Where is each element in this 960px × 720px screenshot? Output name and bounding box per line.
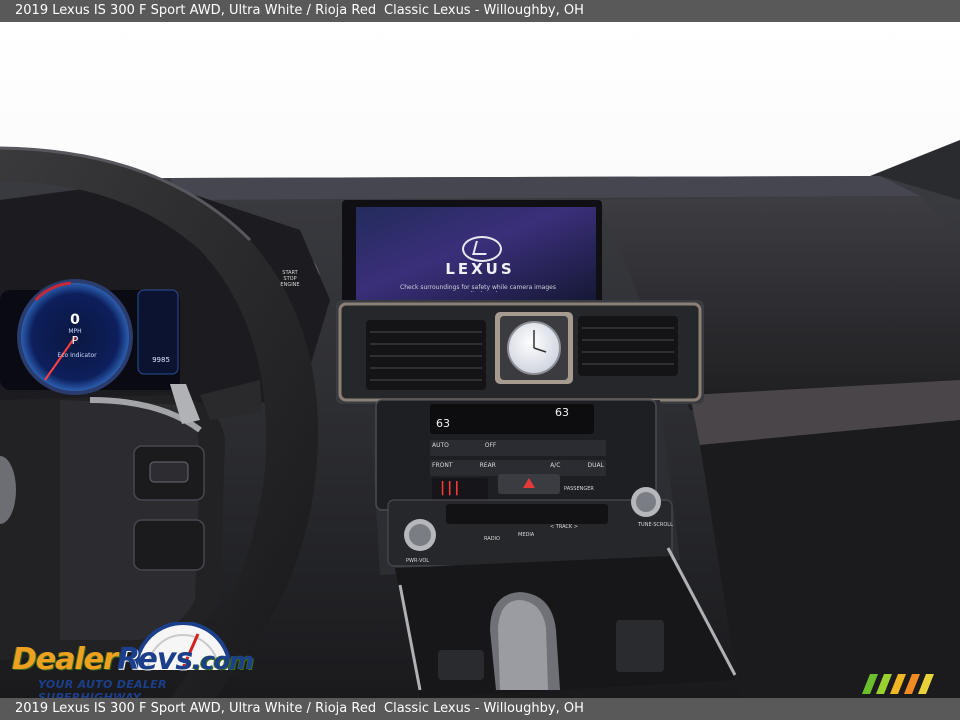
climate-dual-button[interactable]: DUAL: [588, 462, 604, 476]
stripes-logo-icon: [862, 674, 934, 694]
track-button[interactable]: < TRACK >: [550, 524, 578, 530]
dealerrevs-wordmark: DealerRevs.com: [12, 642, 254, 677]
wordmark-revs: Revs: [116, 642, 193, 677]
left-temp-display: 63: [436, 417, 450, 430]
climate-front-button[interactable]: FRONT: [432, 462, 453, 476]
dealer-caption: Classic Lexus - Willoughby, OH: [384, 3, 584, 18]
radio-button[interactable]: RADIO: [484, 536, 500, 542]
seat-heat-indicator: |||: [440, 480, 462, 496]
lexus-logo-icon: [462, 236, 502, 262]
eco-indicator-label: Eco Indicator: [57, 352, 97, 359]
screen-brand: LEXUS: [445, 260, 515, 278]
caption-bar-top: 2019 Lexus IS 300 F Sport AWD, Ultra Whi…: [0, 0, 960, 22]
climate-row-1: AUTO OFF: [432, 442, 604, 456]
wordmark-com: .com: [192, 647, 254, 675]
climate-ac-button[interactable]: A/C: [550, 462, 560, 476]
odometer: 9985: [152, 356, 170, 364]
vehicle-caption-bottom: 2019 Lexus IS 300 F Sport AWD, Ultra Whi…: [15, 701, 377, 716]
caption-bar-bottom: 2019 Lexus IS 300 F Sport AWD, Ultra Whi…: [0, 698, 960, 720]
dealerrevs-watermark: DealerRevs.com YOUR AUTO DEALER SUPERHIG…: [12, 622, 264, 704]
climate-off-button[interactable]: OFF: [485, 442, 497, 456]
start-stop-button[interactable]: START STOP ENGINE: [278, 270, 302, 288]
screen-notice: Check surroundings for safety while came…: [400, 284, 556, 292]
interior-photo: LEXUS Check surroundings for safety whil…: [0, 22, 960, 698]
vehicle-caption: 2019 Lexus IS 300 F Sport AWD, Ultra Whi…: [15, 3, 377, 18]
power-volume-label: PWR·VOL: [406, 558, 430, 564]
media-button[interactable]: MEDIA: [518, 532, 534, 538]
tune-scroll-label: TUNE·SCROLL: [638, 522, 673, 528]
climate-rear-button[interactable]: REAR: [480, 462, 496, 476]
engine-label: ENGINE: [280, 282, 300, 288]
climate-row-2: FRONT REAR A/C DUAL: [432, 462, 604, 476]
passenger-label: PASSENGER: [564, 486, 594, 492]
climate-auto-button[interactable]: AUTO: [432, 442, 449, 456]
wordmark-dealer: Dealer: [12, 642, 118, 677]
dealer-caption-bottom: Classic Lexus - Willoughby, OH: [384, 701, 584, 716]
right-temp-display: 63: [555, 406, 569, 419]
gear-indicator: P: [71, 334, 79, 347]
speed-readout: 0: [70, 312, 80, 328]
